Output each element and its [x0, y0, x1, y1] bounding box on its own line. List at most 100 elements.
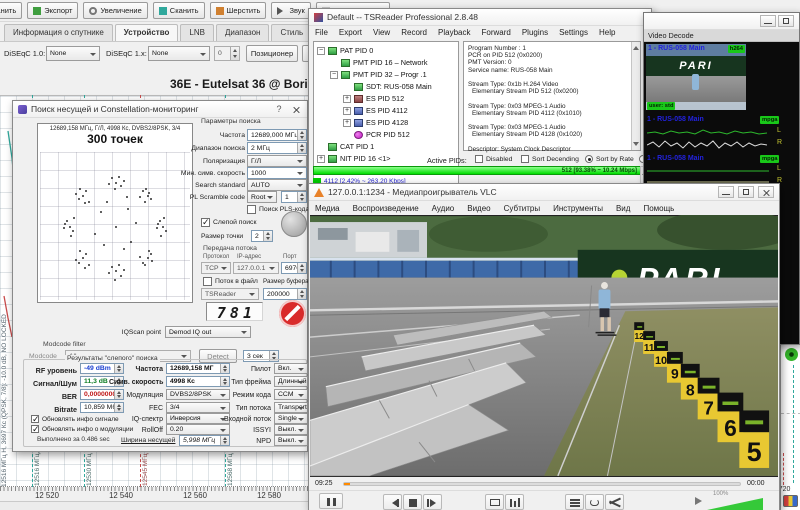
tree-item-sdt-service[interactable]: SDT: RUS-058 Main [343, 81, 432, 92]
standard-select[interactable]: AUTO [247, 179, 307, 191]
vlc-menu-help[interactable]: Помощь [643, 204, 674, 213]
freq-field[interactable]: 12689,000 МГц [247, 129, 307, 141]
menu-help[interactable]: Help [599, 28, 615, 37]
vlc-menu-playback[interactable]: Воспроизведение [353, 204, 419, 213]
blind-search-checkbox[interactable] [201, 218, 210, 227]
tree-item-pmt32[interactable]: PMT PID 32 – Progr .1 [330, 69, 427, 80]
scan-button[interactable]: Сканить [153, 2, 205, 19]
menu-view[interactable]: View [373, 28, 390, 37]
program-info-pane[interactable]: Program Number : 1 PCR on PID 512 (0x020… [463, 41, 641, 151]
tree-item-es512[interactable]: ES PID 512 [343, 93, 404, 104]
carrier-width-label[interactable]: Ширина несущей [121, 437, 175, 444]
pls-spin[interactable] [297, 192, 306, 202]
port-spin[interactable] [297, 263, 306, 273]
tab-satellite-info[interactable]: Информация о спутнике [4, 24, 113, 41]
loop-button[interactable] [585, 494, 604, 510]
position-spin-arrows[interactable] [230, 47, 239, 60]
dot-size-spin[interactable] [263, 231, 272, 241]
video-thumbnail[interactable]: PARI 1 - RUS-058 Main h264 user: std [646, 44, 746, 110]
port-field[interactable]: 6970 [281, 262, 307, 274]
tree-item-pat[interactable]: PAT PID 0 [317, 45, 373, 56]
pls-search-checkbox[interactable] [247, 205, 256, 214]
range-field[interactable]: 2 МГц [247, 142, 307, 154]
proto-select[interactable]: TCP [201, 262, 231, 274]
tab-range[interactable]: Диапазон [216, 24, 269, 41]
update-mod-checkbox[interactable] [31, 425, 39, 433]
help-button[interactable]: ? [273, 104, 285, 114]
tree-item-cat[interactable]: CAT PID 1 [317, 141, 374, 152]
extended-settings-button[interactable] [505, 494, 524, 510]
vlc-menu-tools[interactable]: Инструменты [553, 204, 603, 213]
ip-select[interactable]: 127.0.0.1 [233, 262, 279, 274]
vlc-video-area[interactable]: PARI [310, 215, 778, 477]
pls-code-field[interactable]: 1 [281, 191, 307, 203]
stop-button[interactable] [403, 494, 422, 510]
crawl-button[interactable]: Шерстить [210, 2, 267, 19]
position-spinner[interactable]: 0 [214, 46, 240, 61]
expand-icon[interactable] [343, 95, 351, 103]
tree-item-pmt16[interactable]: PMT PID 16 – Network [330, 57, 427, 68]
stream-to-file-checkbox[interactable] [203, 277, 212, 286]
buffer-spin[interactable] [297, 289, 306, 299]
tab-device[interactable]: Устройство [115, 24, 179, 41]
tab-style[interactable]: Стиль [271, 24, 312, 41]
previous-button[interactable] [383, 494, 402, 510]
tv-icon[interactable] [783, 495, 798, 507]
vlc-titlebar[interactable]: 127.0.0.1:1234 - Медиапроигрыватель VLC [309, 184, 779, 201]
menu-file[interactable]: File [315, 28, 328, 37]
info-scrollbar[interactable] [631, 42, 640, 150]
stop-icon[interactable] [279, 300, 306, 327]
menu-forward[interactable]: Forward [481, 28, 510, 37]
menu-record[interactable]: Record [401, 28, 427, 37]
save-button[interactable]: Сохранить [0, 2, 22, 19]
disabled-checkbox[interactable] [475, 155, 483, 163]
tree-item-pcr[interactable]: PCR PID 512 [343, 129, 410, 140]
menu-playback[interactable]: Playback [438, 28, 470, 37]
globe-icon[interactable] [281, 211, 307, 237]
zoom-button[interactable]: Увеличение [83, 2, 147, 19]
collapse-icon[interactable] [330, 71, 338, 79]
expand-icon[interactable] [317, 155, 325, 163]
vlc-close-button[interactable] [758, 186, 774, 198]
volume-slider[interactable] [707, 498, 763, 510]
tree-item-nit[interactable]: NIT PID 16 <1> [317, 153, 391, 164]
menu-settings[interactable]: Settings [559, 28, 588, 37]
diseqc1x-select[interactable]: None [148, 46, 210, 61]
seek-bar[interactable] [343, 482, 741, 486]
export-button[interactable]: Экспорт [27, 2, 78, 19]
sort-descending-checkbox[interactable] [521, 155, 529, 163]
tab-lnb[interactable]: LNB [180, 24, 214, 41]
npd-select[interactable]: Выкл. [274, 435, 308, 446]
vlc-minimize-button[interactable] [718, 186, 734, 198]
iqscan-select[interactable]: Demod IQ out [165, 326, 251, 338]
expand-icon[interactable] [343, 119, 351, 127]
vlc-menu-subtitles[interactable]: Субтитры [504, 204, 540, 213]
minimize-icon[interactable] [760, 15, 776, 27]
sound-button[interactable]: Звук [271, 2, 310, 19]
vlc-menu-video[interactable]: Видео [467, 204, 490, 213]
menu-plugins[interactable]: Plugins [522, 28, 548, 37]
range-spin[interactable] [297, 143, 306, 153]
stream-type-select[interactable]: Transport [274, 402, 308, 413]
pls-mode-select[interactable]: Root [247, 191, 277, 203]
pilot-select[interactable]: Вкл. [274, 363, 308, 374]
minsr-combo[interactable]: 1000 [247, 167, 307, 179]
issyi-select[interactable]: Выкл. [274, 424, 308, 435]
shuffle-button[interactable] [605, 494, 624, 510]
tree-item-es4112[interactable]: ES PID 4112 [343, 105, 408, 116]
polar-select[interactable]: Г/Л [247, 155, 307, 167]
video-decode-titlebar[interactable] [644, 13, 799, 30]
collapse-icon[interactable] [317, 47, 325, 55]
consumer-select[interactable]: TSReader [201, 288, 259, 300]
pause-button[interactable] [319, 493, 343, 509]
tsreader-titlebar[interactable]: Default -- TSReader Professional 2.8.48 [309, 9, 651, 26]
buffer-field[interactable]: 200000 [263, 288, 307, 300]
vlc-maximize-button[interactable] [738, 186, 754, 198]
positioner-button[interactable]: Позиционер [246, 45, 298, 62]
expand-icon[interactable] [343, 107, 351, 115]
vlc-menu-view[interactable]: Вид [616, 204, 630, 213]
vlc-menu-audio[interactable]: Аудио [432, 204, 455, 213]
next-button[interactable] [423, 494, 442, 510]
input-stream-select[interactable]: Single [274, 413, 308, 424]
maximize-icon[interactable] [778, 15, 794, 27]
